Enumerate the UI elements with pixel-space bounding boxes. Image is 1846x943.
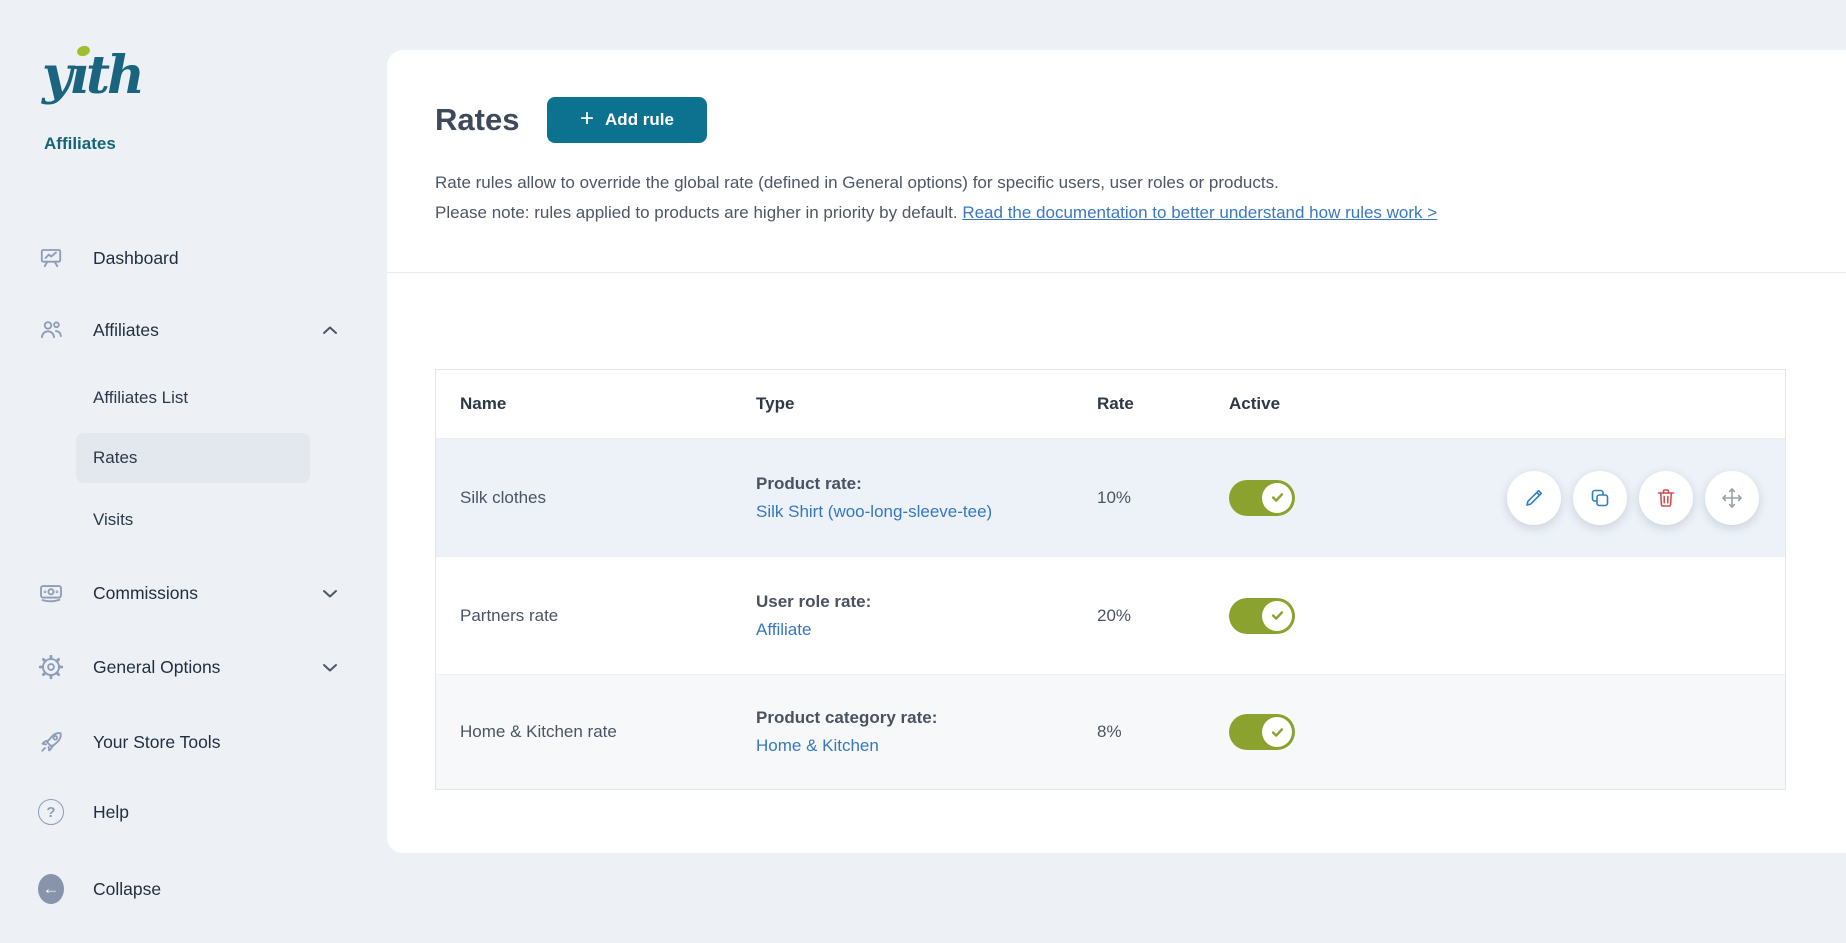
question-glyph: ?: [46, 803, 56, 821]
gear-icon: [38, 654, 64, 680]
rule-type-link[interactable]: Home & Kitchen: [756, 733, 1097, 759]
rule-active-cell: [1229, 597, 1785, 634]
rule-type-cell: Product rate: Silk Shirt (woo-long-sleev…: [756, 471, 1097, 525]
table-row[interactable]: Silk clothes Product rate: Silk Shirt (w…: [436, 438, 1785, 556]
rule-type-cell: Product category rate: Home & Kitchen: [756, 705, 1097, 759]
sidebar-item-label: Affiliates List: [93, 388, 189, 407]
chevron-down-icon: [322, 663, 338, 672]
sidebar-item-dashboard[interactable]: Dashboard: [38, 240, 338, 276]
delete-button[interactable]: [1639, 470, 1693, 525]
brand-product-name: Affiliates: [44, 134, 116, 153]
duplicate-button[interactable]: [1573, 470, 1627, 525]
sidebar-item-label: Rates: [93, 448, 138, 467]
rule-type-label: Product category rate:: [756, 708, 938, 727]
dashboard-icon: [38, 245, 64, 271]
column-header-rate: Rate: [1097, 394, 1134, 413]
rates-table: Name Type Rate Active Silk clothes Produ…: [435, 369, 1786, 790]
column-header-name: Name: [460, 394, 507, 413]
rocket-icon: [38, 729, 64, 755]
toggle-knob: [1262, 600, 1292, 631]
rule-rate: 8%: [1097, 722, 1122, 741]
sidebar-item-affiliates-list[interactable]: Affiliates List: [93, 381, 308, 415]
move-handle[interactable]: [1705, 470, 1759, 525]
sidebar-item-collapse[interactable]: ← Collapse: [38, 871, 338, 907]
toggle-knob: [1262, 717, 1292, 747]
yith-logo-text: yıth: [42, 45, 145, 106]
description-note: Please note: rules applied to products a…: [435, 203, 958, 222]
page-title: Rates: [435, 102, 520, 137]
rule-name: Partners rate: [460, 605, 559, 625]
rule-active-cell: [1229, 714, 1785, 750]
table-row[interactable]: Partners rate User role rate: Affiliate …: [436, 556, 1785, 674]
sidebar: yıth Affiliates Dashboard Affiliates Aff…: [0, 0, 387, 943]
chevron-down-icon: [322, 589, 338, 598]
column-header-active: Active: [1229, 394, 1281, 413]
users-icon: [38, 317, 64, 343]
toggle-knob: [1262, 482, 1292, 513]
rule-type-link[interactable]: Affiliate: [756, 617, 1097, 643]
plus-icon: +: [580, 105, 595, 132]
rule-type-link[interactable]: Silk Shirt (woo-long-sleeve-tee): [756, 499, 1097, 525]
active-toggle[interactable]: [1229, 597, 1295, 634]
sidebar-item-visits[interactable]: Visits: [93, 503, 308, 537]
sidebar-item-label: Affiliates: [93, 319, 159, 340]
sidebar-item-help[interactable]: ? Help: [38, 794, 338, 830]
rule-name: Home & Kitchen rate: [460, 722, 617, 741]
sidebar-item-affiliates[interactable]: Affiliates: [38, 312, 338, 348]
sidebar-item-label: Help: [93, 801, 129, 822]
sidebar-item-label: Commissions: [93, 582, 199, 603]
description-line-1: Rate rules allow to override the global …: [435, 173, 1279, 192]
main-content-card: Rates + Add rule Rate rules allow to ove…: [387, 50, 1846, 853]
add-rule-button-label: Add rule: [605, 110, 674, 129]
column-header-type: Type: [756, 394, 795, 413]
yith-logo: yıth: [42, 34, 182, 118]
documentation-link[interactable]: Read the documentation to better underst…: [962, 203, 1437, 222]
add-rule-button[interactable]: + Add rule: [547, 97, 707, 143]
row-actions: [1507, 470, 1759, 525]
collapse-arrow-icon: ←: [38, 874, 64, 904]
chevron-up-icon: [322, 326, 338, 335]
sidebar-item-label: Dashboard: [93, 247, 179, 268]
page-description: Rate rules allow to override the global …: [435, 168, 1437, 228]
banknote-icon: [38, 580, 64, 606]
rule-rate: 10%: [1097, 487, 1132, 507]
rule-name: Silk clothes: [460, 487, 546, 507]
help-icon: ?: [38, 799, 64, 825]
rule-type-label: Product rate:: [756, 473, 862, 493]
rule-rate: 20%: [1097, 605, 1132, 625]
sidebar-item-general-options[interactable]: General Options: [38, 649, 338, 685]
table-header-row: Name Type Rate Active: [436, 370, 1785, 438]
sidebar-item-your-store-tools[interactable]: Your Store Tools: [38, 724, 338, 760]
sidebar-item-label: Your Store Tools: [93, 731, 221, 752]
table-row[interactable]: Home & Kitchen rate Product category rat…: [436, 674, 1785, 789]
back-arrow-glyph: ←: [42, 879, 60, 898]
sidebar-item-label: Visits: [93, 510, 134, 529]
sidebar-item-rates[interactable]: Rates: [93, 441, 308, 475]
sidebar-item-label: General Options: [93, 656, 221, 677]
sidebar-item-label: Collapse: [93, 878, 162, 899]
description-line-2: Please note: rules applied to products a…: [435, 198, 1437, 228]
edit-button[interactable]: [1507, 470, 1561, 525]
rule-type-cell: User role rate: Affiliate: [756, 589, 1097, 643]
rule-type-label: User role rate:: [756, 591, 872, 611]
header-divider: [387, 272, 1846, 273]
active-toggle[interactable]: [1229, 714, 1295, 750]
sidebar-item-commissions[interactable]: Commissions: [38, 575, 338, 611]
active-toggle[interactable]: [1229, 479, 1295, 516]
